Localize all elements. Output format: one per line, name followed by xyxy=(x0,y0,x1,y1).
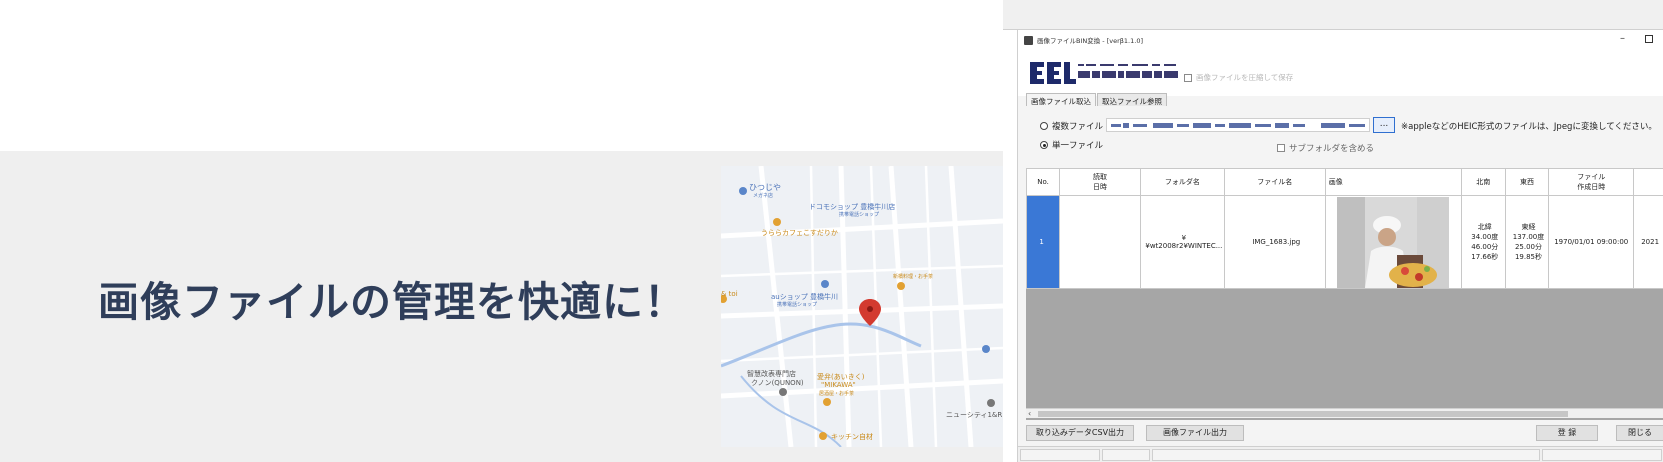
status-panel-4 xyxy=(1542,449,1662,461)
app-icon xyxy=(1024,35,1033,45)
map-label-quncon2: クノン(QUNON) xyxy=(751,379,804,387)
radio-single-label: 単一ファイル xyxy=(1052,141,1104,151)
status-bar xyxy=(1018,446,1663,462)
status-panel-3 xyxy=(1152,449,1540,461)
map-label-au-sub: 携帯電話ショップ xyxy=(777,302,818,308)
map-label-tenpura: 新橋料理・お手茶 xyxy=(893,274,934,280)
radio-single-button[interactable] xyxy=(1040,141,1048,149)
map-label-mikawa3: 居酒屋・お手茶 xyxy=(819,391,855,397)
col-header-image[interactable]: 画像 xyxy=(1324,168,1462,196)
cell-folder[interactable]: ¥¥wt2008r2¥WINTEC... xyxy=(1139,195,1225,289)
path-text-pixelated xyxy=(1111,123,1365,128)
col-header-no[interactable]: No. xyxy=(1026,168,1061,196)
cell-import-date[interactable] xyxy=(1059,195,1141,289)
heic-note: ※appleなどのHEIC形式のファイルは、Jpegに変換してください。 xyxy=(1401,122,1657,132)
tab-bar: 画像ファイル取込 取込ファイル参照 xyxy=(1026,93,1168,106)
cell-extra[interactable]: 2021 xyxy=(1633,195,1663,289)
map-image: ひつじや メガネ店 ドコモショップ 豊橋牛川店 携帯電話ショップ うららカフェこ… xyxy=(721,166,1003,447)
col-header-ew[interactable]: 東西 xyxy=(1504,168,1550,196)
company-logo xyxy=(1030,62,1076,84)
col-header-file[interactable]: ファイル名 xyxy=(1223,168,1326,196)
compress-checkbox[interactable] xyxy=(1184,73,1192,82)
cell-file[interactable]: IMG_1683.jpg xyxy=(1223,195,1326,289)
tab-imported-files[interactable]: 取込ファイル参照 xyxy=(1097,93,1167,106)
subfolder-label: サブフォルダを含める xyxy=(1289,144,1375,154)
col-header-created[interactable]: ファイル 作成日時 xyxy=(1548,168,1635,196)
close-button[interactable]: 閉じる xyxy=(1616,425,1663,441)
table-row[interactable]: 1 ¥¥wt2008r2¥WINTEC... IMG_1683.jpg 北緯 3… xyxy=(1026,195,1663,289)
export-csv-button[interactable]: 取り込みデータCSV出力 xyxy=(1026,425,1134,441)
map-label-hitsujiya-sub: メガネ店 xyxy=(753,193,774,199)
map-label-mikawa2: "MIKAWA" xyxy=(821,381,856,389)
table-header-row: No. 読取 日時 フォルダ名 ファイル名 画像 北南 東西 ファイル 作成日時 xyxy=(1026,168,1663,196)
data-grid: No. 読取 日時 フォルダ名 ファイル名 画像 北南 東西 ファイル 作成日時 1… xyxy=(1026,168,1663,420)
col-header-ns[interactable]: 北南 xyxy=(1460,168,1506,196)
map-label-urara: うららカフェこすだりか xyxy=(761,229,838,237)
subfolder-option[interactable]: サブフォルダを含める xyxy=(1277,142,1374,154)
radio-single-file[interactable]: 単一ファイル xyxy=(1040,139,1103,151)
cell-ns[interactable]: 北緯 34.00度 46.00分 17.66秒 xyxy=(1460,195,1506,289)
tab-image-import[interactable]: 画像ファイル取込 xyxy=(1026,93,1096,106)
cell-no[interactable]: 1 xyxy=(1026,195,1061,289)
desktop-strip xyxy=(1003,0,1663,30)
col-header-extra[interactable] xyxy=(1633,168,1663,196)
map-label-kitchen: キッチン自材 xyxy=(831,433,873,441)
horizontal-scrollbar[interactable]: ‹ xyxy=(1026,408,1663,418)
col-header-import-date[interactable]: 読取 日時 xyxy=(1059,168,1141,196)
browse-button[interactable]: ... xyxy=(1373,117,1395,133)
compress-option[interactable]: 画像ファイルを圧縮して保存 xyxy=(1184,72,1293,83)
status-panel-1 xyxy=(1020,449,1100,461)
app-window: 画像ファイルBIN変換 - [verβ1.1.0] – 画像ファイルを圧縮して保… xyxy=(1017,30,1663,462)
banner-headline: 画像ファイルの管理を快適に！ xyxy=(98,278,686,326)
scroll-left-icon[interactable]: ‹ xyxy=(1028,409,1031,418)
col-header-folder[interactable]: フォルダ名 xyxy=(1139,168,1225,196)
radio-multi-files[interactable]: 複数ファイル xyxy=(1040,120,1103,132)
app-header: 画像ファイルを圧縮して保存 xyxy=(1018,50,1663,96)
window-title: 画像ファイルBIN変換 - [verβ1.1.0] xyxy=(1037,37,1143,45)
thumbnail-photo xyxy=(1337,196,1450,288)
button-bar: 取り込みデータCSV出力 画像ファイル出力 登 録 閉じる xyxy=(1018,422,1663,444)
map-label-docomo-sub: 携帯電話ショップ xyxy=(839,212,880,218)
compress-label: 画像ファイルを圧縮して保存 xyxy=(1196,73,1294,82)
banner-top-area xyxy=(0,0,1003,151)
scrollbar-thumb[interactable] xyxy=(1038,411,1568,417)
status-panel-2 xyxy=(1102,449,1150,461)
minimize-button[interactable]: – xyxy=(1620,33,1625,44)
map-label-newcity: ニューシティ1&R xyxy=(946,411,1003,419)
logo-tagline-image xyxy=(1078,64,1178,78)
results-table: No. 読取 日時 フォルダ名 ファイル名 画像 北南 東西 ファイル 作成日時 1… xyxy=(1026,168,1663,289)
radio-multi-label: 複数ファイル xyxy=(1052,122,1104,132)
export-image-button[interactable]: 画像ファイル出力 xyxy=(1146,425,1244,441)
maximize-button[interactable] xyxy=(1645,35,1653,43)
cell-image[interactable] xyxy=(1324,195,1462,289)
cell-ew[interactable]: 東経 137.00度 25.00分 19.85秒 xyxy=(1504,195,1550,289)
register-button[interactable]: 登 録 xyxy=(1536,425,1598,441)
title-bar: 画像ファイルBIN変換 - [verβ1.1.0] – xyxy=(1018,30,1663,50)
map-label-toi: & toi xyxy=(721,290,738,298)
cell-created[interactable]: 1970/01/01 09:00:00 xyxy=(1548,195,1635,289)
radio-multi-button[interactable] xyxy=(1040,122,1048,130)
subfolder-checkbox[interactable] xyxy=(1277,144,1285,152)
folder-path-field[interactable] xyxy=(1106,118,1370,132)
